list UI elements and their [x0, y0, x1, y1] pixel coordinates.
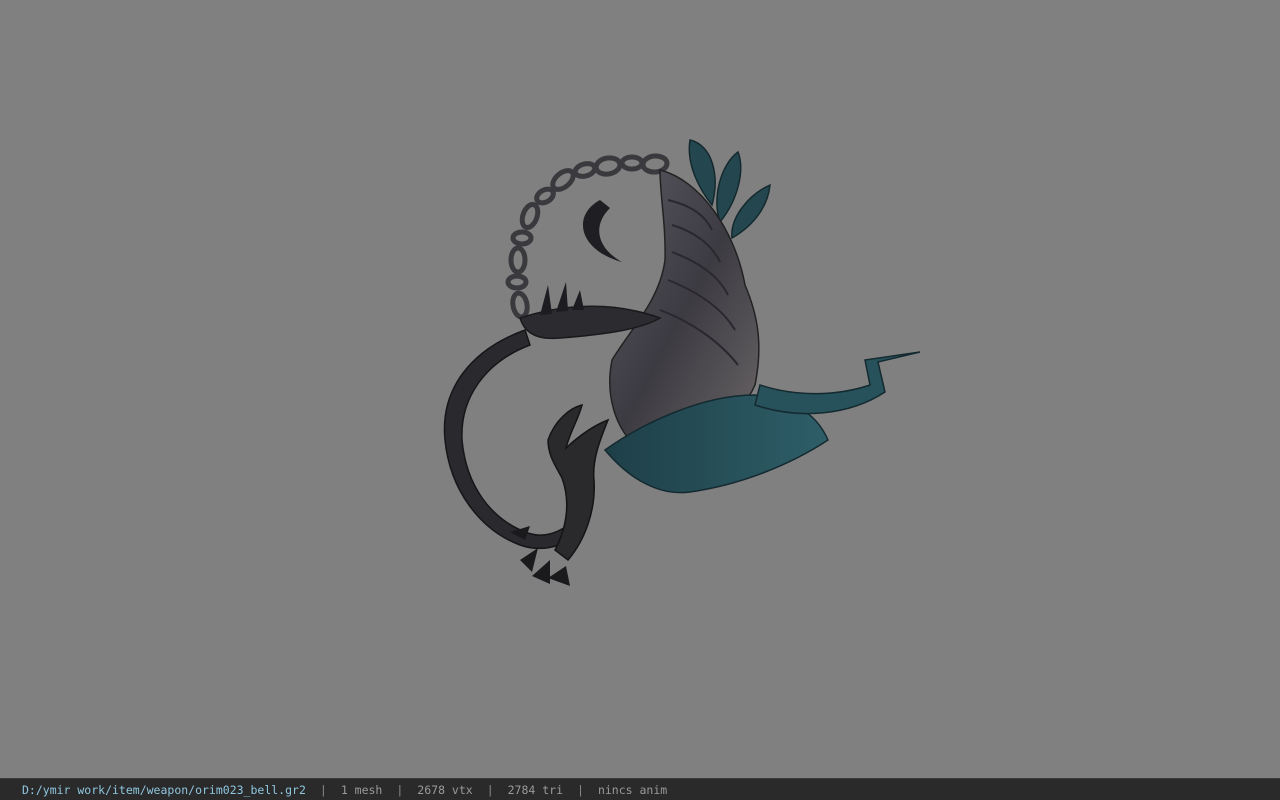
hook-part: [582, 200, 622, 262]
mesh-count-label: 1 mesh: [340, 782, 383, 797]
status-separator: |: [577, 782, 584, 797]
file-path-label: D:/ymir work/item/weapon/orim023_bell.gr…: [22, 782, 306, 797]
teal-tendril: [754, 351, 921, 415]
3d-viewport[interactable]: [0, 0, 1280, 778]
status-separator: |: [319, 782, 327, 797]
vertex-count-label: 2678 vtx: [417, 782, 473, 797]
triangle-count-label: 2784 tri: [507, 782, 564, 797]
animation-status-label: nincs anim: [597, 782, 668, 797]
status-separator: |: [396, 782, 404, 797]
weapon-model-render: [443, 139, 921, 586]
status-bar: D:/ymir work/item/weapon/orim023_bell.gr…: [0, 778, 1280, 800]
status-separator: |: [486, 782, 494, 797]
